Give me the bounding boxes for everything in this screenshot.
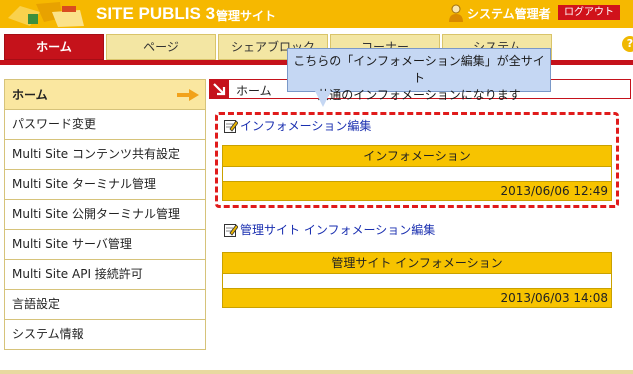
site-title: 管理サイト [216,9,277,23]
sidebar-item-public-terminal[interactable]: Multi Site 公開ターミナル管理 [4,200,206,230]
user-area: システム管理者 [448,4,551,22]
sidebar-item-label: パスワード変更 [12,117,97,131]
arrow-right-icon [177,89,199,101]
sidebar-item-language[interactable]: 言語設定 [4,290,206,320]
callout-tail [315,91,331,107]
breadcrumb-arrow-icon [210,80,229,98]
sidebar-item-home[interactable]: ホーム [4,79,206,110]
tab-page[interactable]: ページ [106,34,216,60]
sidebar-item-label: Multi Site ターミナル管理 [12,177,157,191]
top-header: SITE PUBLIS 3 管理サイト システム管理者 ログアウト [0,0,633,28]
callout-line-1: こちらの「インフォメーション編集」が全サイト [293,54,545,85]
sidebar-item-label: Multi Site 公開ターミナル管理 [12,207,181,221]
help-icon[interactable]: ? [622,36,633,52]
logout-button[interactable]: ログアウト [558,5,620,20]
admin-info-edit-label: 管理サイト インフォメーション編集 [240,223,436,237]
sidebar-item-content-share[interactable]: Multi Site コンテンツ共有設定 [4,140,206,170]
sidebar-item-label: Multi Site サーバ管理 [12,237,132,251]
tab-home[interactable]: ホーム [4,34,104,60]
breadcrumb-current: ホーム [236,84,272,98]
sidebar: ホーム パスワード変更 Multi Site コンテンツ共有設定 Multi S… [4,79,206,350]
sidebar-item-label: システム情報 [12,327,84,341]
logo-graphic-icon [0,0,88,28]
user-name: システム管理者 [467,6,551,21]
user-icon [449,4,463,22]
highlight-dashed-frame [215,112,619,208]
sidebar-item-server[interactable]: Multi Site サーバ管理 [4,230,206,260]
sidebar-item-password[interactable]: パスワード変更 [4,110,206,140]
sidebar-item-label: 言語設定 [12,297,61,311]
callout-tooltip: こちらの「インフォメーション編集」が全サイト 共通のインフォメーションになります [287,48,551,102]
admin-info-body [222,274,612,288]
admin-info-date: 2013/06/03 14:08 [222,288,612,308]
sidebar-item-terminal[interactable]: Multi Site ターミナル管理 [4,170,206,200]
sidebar-item-label: ホーム [12,88,48,102]
sidebar-item-system-info[interactable]: システム情報 [4,320,206,350]
sidebar-item-label: Multi Site API 接続許可 [12,267,143,281]
logo-text[interactable]: SITE PUBLIS 3 [96,4,215,24]
sidebar-item-label: Multi Site コンテンツ共有設定 [12,147,181,161]
admin-info-edit-link[interactable]: 管理サイト インフォメーション編集 [224,221,435,238]
bottom-border [0,370,633,374]
admin-info-box: 管理サイト インフォメーション 2013/06/03 14:08 [222,252,612,308]
sidebar-item-api[interactable]: Multi Site API 接続許可 [4,260,206,290]
admin-info-title: 管理サイト インフォメーション [222,252,612,274]
edit-pencil-icon [224,223,238,237]
